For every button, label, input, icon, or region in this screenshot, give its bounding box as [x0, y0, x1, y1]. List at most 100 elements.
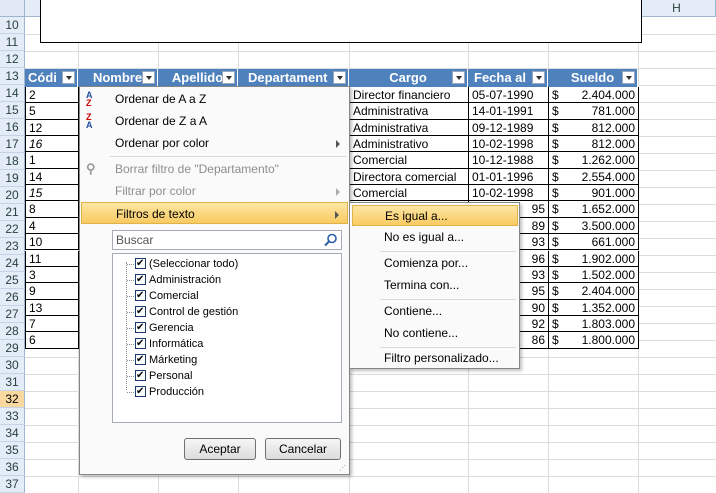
search-input[interactable]: Buscar — [112, 230, 342, 250]
checkbox-icon[interactable] — [135, 288, 146, 304]
cell-fecha[interactable]: 10-12-1988 — [468, 152, 549, 169]
resize-grip-icon[interactable]: ⋰ — [339, 464, 347, 472]
column-header-h[interactable]: H — [638, 0, 716, 17]
row-header-36[interactable]: 36 — [0, 459, 25, 476]
cell-codigo[interactable]: 15 — [25, 185, 79, 202]
ok-button[interactable]: Aceptar — [184, 438, 256, 460]
cell-cargo[interactable]: Comercial — [349, 152, 469, 169]
row-header-18[interactable]: 18 — [0, 153, 25, 170]
row-header-34[interactable]: 34 — [0, 425, 25, 442]
cell-sueldo[interactable]: $2.404.000 — [548, 87, 639, 104]
row-header-10[interactable]: 10 — [0, 17, 25, 34]
checkbox-icon[interactable] — [135, 336, 146, 352]
row-header-19[interactable]: 19 — [0, 170, 25, 187]
submenu-equals[interactable]: Es igual a... — [352, 205, 518, 226]
cell-codigo[interactable]: 2 — [25, 87, 79, 104]
filter-dropdown-departamento[interactable] — [333, 71, 346, 84]
filter-dropdown-sueldo[interactable] — [622, 71, 635, 84]
row-header-35[interactable]: 35 — [0, 442, 25, 459]
cell-codigo[interactable]: 5 — [25, 103, 79, 120]
cell-codigo[interactable]: 10 — [25, 234, 79, 251]
cell-sueldo[interactable]: $1.352.000 — [548, 299, 639, 316]
cell-fecha[interactable]: 14-01-1991 — [468, 103, 549, 120]
cell-sueldo[interactable]: $2.404.000 — [548, 283, 639, 300]
row-header-28[interactable]: 28 — [0, 323, 25, 340]
row-header-17[interactable]: 17 — [0, 136, 25, 153]
checkbox-icon[interactable] — [135, 304, 146, 320]
filter-dropdown-cargo[interactable] — [452, 71, 465, 84]
row-header-13[interactable]: 13 — [0, 68, 25, 85]
cell-sueldo[interactable]: $661.000 — [548, 234, 639, 251]
filter-dropdown-codigo[interactable] — [62, 71, 75, 84]
submenu-not-equals[interactable]: No es igual a... — [352, 227, 518, 248]
row-header-27[interactable]: 27 — [0, 306, 25, 323]
cell-fecha[interactable]: 10-02-1998 — [468, 136, 549, 153]
checkbox-icon[interactable] — [135, 272, 146, 288]
cell-codigo[interactable]: 6 — [25, 332, 79, 349]
cell-sueldo[interactable]: $2.554.000 — [548, 168, 639, 186]
submenu-custom-filter[interactable]: Filtro personalizado... — [352, 348, 518, 369]
cell-fecha[interactable]: 09-12-1989 — [468, 119, 549, 137]
row-header-22[interactable]: 22 — [0, 221, 25, 238]
cell-fecha[interactable]: 10-02-1998 — [468, 185, 549, 202]
row-header-26[interactable]: 26 — [0, 289, 25, 306]
row-header-23[interactable]: 23 — [0, 238, 25, 255]
cell-fecha[interactable]: 01-01-1996 — [468, 168, 549, 186]
filter-dropdown-fecha[interactable] — [532, 71, 545, 84]
row-header-37[interactable]: 37 — [0, 476, 25, 493]
cell-cargo[interactable]: Administrativa — [349, 103, 469, 120]
submenu-contains[interactable]: Contiene... — [352, 301, 518, 322]
submenu-not-contains[interactable]: No contiene... — [352, 323, 518, 344]
cell-codigo[interactable]: 8 — [25, 201, 79, 218]
cell-codigo[interactable]: 13 — [25, 299, 79, 316]
cell-codigo[interactable]: 3 — [25, 266, 79, 284]
row-header-31[interactable]: 31 — [0, 374, 25, 391]
cell-codigo[interactable]: 7 — [25, 315, 79, 333]
cell-sueldo[interactable]: $901.000 — [548, 185, 639, 202]
checkbox-icon[interactable] — [135, 368, 146, 384]
checkbox-icon[interactable] — [135, 384, 146, 400]
row-header-24[interactable]: 24 — [0, 255, 25, 272]
row-header-29[interactable]: 29 — [0, 340, 25, 357]
cell-sueldo[interactable]: $781.000 — [548, 103, 639, 120]
cell-codigo[interactable]: 4 — [25, 217, 79, 235]
row-header-12[interactable]: 12 — [0, 51, 25, 68]
checkbox-icon[interactable] — [135, 256, 146, 272]
cell-codigo[interactable]: 14 — [25, 168, 79, 186]
submenu-ends-with[interactable]: Termina con... — [352, 275, 518, 296]
cell-fecha[interactable]: 05-07-1990 — [468, 87, 549, 104]
row-header-20[interactable]: 20 — [0, 187, 25, 204]
cell-cargo[interactable]: Comercial — [349, 185, 469, 202]
cell-cargo[interactable]: Administrativo — [349, 136, 469, 153]
cell-sueldo[interactable]: $1.800.000 — [548, 332, 639, 349]
menu-text-filters[interactable]: Filtros de texto — [81, 202, 348, 224]
cell-sueldo[interactable]: $1.902.000 — [548, 250, 639, 267]
cell-sueldo[interactable]: $812.000 — [548, 119, 639, 137]
cell-codigo[interactable]: 16 — [25, 136, 79, 153]
row-header-25[interactable]: 25 — [0, 272, 25, 289]
menu-sort-by-color[interactable]: Ordenar por color — [81, 132, 348, 154]
menu-sort-az[interactable]: AZ Ordenar de A a Z — [81, 88, 348, 110]
filter-dropdown-apellido[interactable] — [222, 71, 235, 84]
cell-cargo[interactable]: Directora comercial — [349, 168, 469, 186]
cell-sueldo[interactable]: $1.652.000 — [548, 201, 639, 218]
row-header-21[interactable]: 21 — [0, 204, 25, 221]
row-header-33[interactable]: 33 — [0, 408, 25, 425]
row-header-11[interactable]: 11 — [0, 34, 25, 51]
cell-sueldo[interactable]: $1.803.000 — [548, 315, 639, 333]
row-header-15[interactable]: 15 — [0, 102, 25, 119]
row-header-32[interactable]: 32 — [0, 391, 25, 408]
cell-codigo[interactable]: 9 — [25, 283, 79, 300]
cell-sueldo[interactable]: $812.000 — [548, 136, 639, 153]
submenu-begins-with[interactable]: Comienza por... — [352, 253, 518, 274]
cell-sueldo[interactable]: $1.502.000 — [548, 266, 639, 284]
cell-codigo[interactable]: 11 — [25, 250, 79, 267]
row-header-14[interactable]: 14 — [0, 85, 25, 102]
checkbox-icon[interactable] — [135, 352, 146, 368]
cancel-button[interactable]: Cancelar — [265, 438, 341, 460]
cell-codigo[interactable]: 1 — [25, 152, 79, 169]
select-all-corner[interactable] — [0, 0, 25, 17]
cell-sueldo[interactable]: $3.500.000 — [548, 217, 639, 235]
row-header-30[interactable]: 30 — [0, 357, 25, 374]
checkbox-icon[interactable] — [135, 320, 146, 336]
